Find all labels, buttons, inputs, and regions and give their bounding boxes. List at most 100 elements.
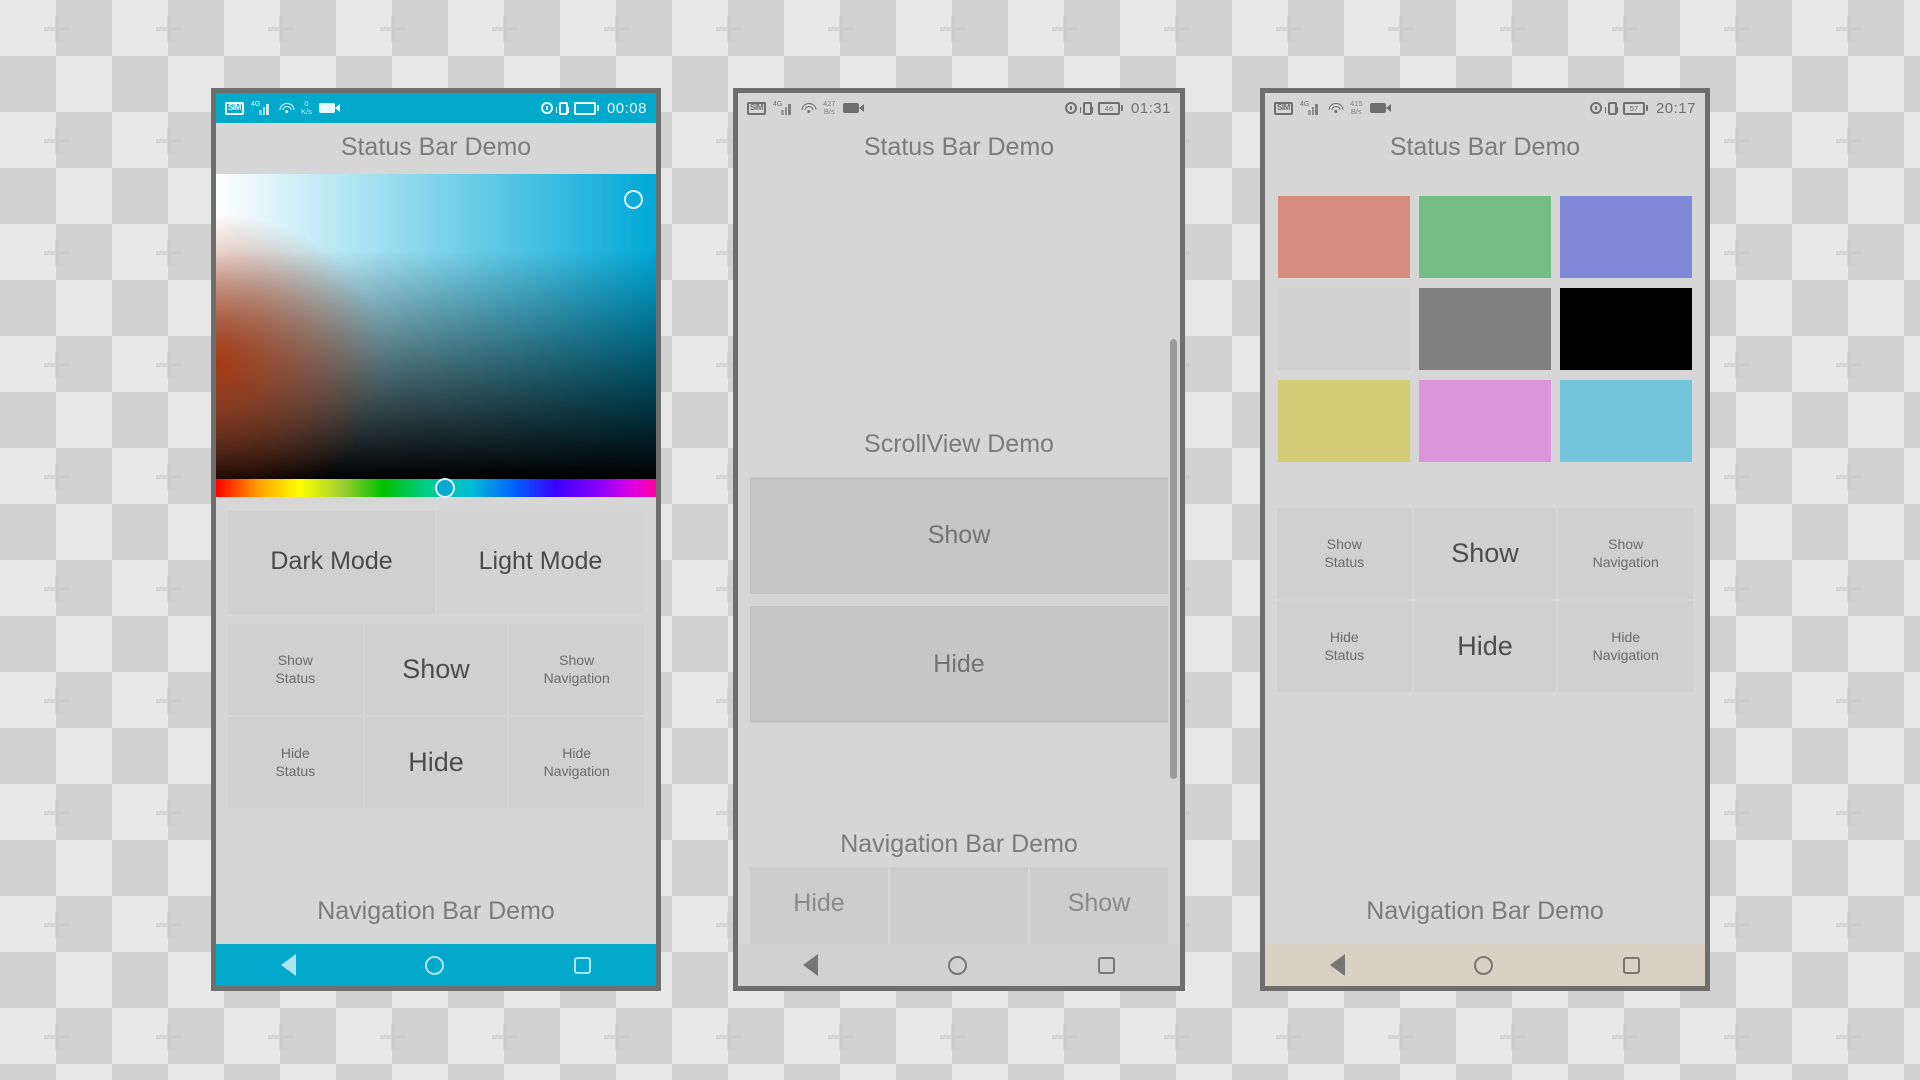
battery-level xyxy=(573,101,596,115)
backdrop-cross-marker xyxy=(1724,688,1750,714)
backdrop-cross-marker xyxy=(1836,128,1862,154)
backdrop-cross-marker xyxy=(604,1024,630,1050)
backdrop-cross-marker xyxy=(156,352,182,378)
battery-icon: 46 xyxy=(1097,101,1123,115)
hide-status-button-3[interactable]: Hide Status xyxy=(1277,601,1412,692)
bottom-hide-button-2[interactable]: Hide xyxy=(750,867,888,944)
netspeed-unit: B/s xyxy=(823,107,835,116)
home-icon[interactable] xyxy=(948,955,968,975)
dark-mode-button[interactable]: Dark Mode xyxy=(228,511,435,614)
status-bar-clock-1: 00:08 xyxy=(606,99,647,117)
back-icon[interactable] xyxy=(803,954,819,976)
signal-icon: 4G xyxy=(1300,101,1321,115)
color-swatch-orchid[interactable] xyxy=(1419,380,1551,462)
backdrop-cross-marker xyxy=(380,16,406,42)
backdrop-cross-marker xyxy=(1388,16,1414,42)
hide-navigation-button-1[interactable]: Hide Navigation xyxy=(509,717,644,808)
phone-preview-3: SIM 4G 415 B/s 57 20:17 Status Bar Demo … xyxy=(1260,88,1710,991)
bottom-section-2: Navigation Bar Demo Hide Show xyxy=(738,816,1180,986)
screen-record-icon xyxy=(318,103,340,113)
show-navigation-button-1[interactable]: Show Navigation xyxy=(509,624,644,715)
backdrop-cross-marker xyxy=(940,16,966,42)
color-swatch-grid-3 xyxy=(1265,174,1705,462)
hue-slider[interactable] xyxy=(216,478,656,498)
scrollview-title-2: ScrollView Demo xyxy=(864,430,1054,458)
backdrop-cross-marker xyxy=(44,16,70,42)
sim-icon: SIM xyxy=(225,101,245,115)
backdrop-cross-marker xyxy=(156,912,182,938)
backdrop-cross-marker xyxy=(44,912,70,938)
backdrop-cross-marker xyxy=(156,240,182,266)
backdrop-cross-marker xyxy=(44,464,70,490)
saturation-value-knob[interactable] xyxy=(624,190,643,209)
backdrop-cross-marker xyxy=(604,16,630,42)
recents-icon[interactable] xyxy=(1623,956,1641,974)
hue-slider-knob[interactable] xyxy=(434,478,455,498)
color-swatch-khaki[interactable] xyxy=(1278,380,1410,462)
backdrop-cross-marker xyxy=(716,16,742,42)
home-icon[interactable] xyxy=(1474,955,1494,975)
scroll-show-button-2[interactable]: Show xyxy=(750,477,1168,594)
saturation-value-area[interactable] xyxy=(216,174,656,479)
status-bar-3: SIM 4G 415 B/s 57 20:17 xyxy=(1265,93,1705,123)
backdrop-cross-marker xyxy=(1836,16,1862,42)
show-status-button-3[interactable]: Show Status xyxy=(1277,508,1412,599)
light-mode-button[interactable]: Light Mode xyxy=(437,511,644,614)
show-button-3[interactable]: Show xyxy=(1413,508,1557,599)
backdrop-cross-marker xyxy=(1724,576,1750,602)
status-bar-right-icons-3: 57 20:17 xyxy=(1589,100,1696,117)
show-status-button-1[interactable]: Show Status xyxy=(228,624,363,715)
color-swatch-green[interactable] xyxy=(1419,196,1551,278)
signal-icon: 4G xyxy=(251,101,272,115)
color-swatch-grey[interactable] xyxy=(1419,288,1551,370)
netspeed-icon: 427 B/s xyxy=(823,100,836,116)
status-bar-right-icons-2: 46 01:31 xyxy=(1064,100,1171,117)
mode-button-row-1: Dark Mode Light Mode xyxy=(216,497,656,614)
netspeed-icon: 0 K/s xyxy=(301,100,312,116)
show-navigation-button-3[interactable]: Show Navigation xyxy=(1558,508,1693,599)
backdrop-cross-marker xyxy=(1500,1024,1526,1050)
wifi-icon xyxy=(1328,102,1344,115)
hide-button-3[interactable]: Hide xyxy=(1413,601,1557,692)
backdrop-cross-marker xyxy=(828,16,854,42)
backdrop-cross-marker xyxy=(1836,464,1862,490)
backdrop-cross-marker xyxy=(1836,576,1862,602)
home-icon[interactable] xyxy=(425,955,445,975)
scrollview-2[interactable]: ScrollView Demo Show Hide Navigation Bar… xyxy=(738,174,1180,986)
back-icon[interactable] xyxy=(280,954,296,976)
bottom-spacer-button-2[interactable] xyxy=(890,867,1028,944)
color-swatch-periwinkle[interactable] xyxy=(1560,196,1692,278)
navigation-bar-demo-label-2: Navigation Bar Demo xyxy=(840,830,1078,858)
phone-preview-2: SIM 4G 427 B/s 46 01:31 Status Bar Demo xyxy=(733,88,1185,991)
color-swatch-sky-blue[interactable] xyxy=(1560,380,1692,462)
screen-record-icon xyxy=(1369,103,1391,113)
status-bar-2: SIM 4G 427 B/s 46 01:31 xyxy=(738,93,1180,123)
backdrop-cross-marker xyxy=(156,464,182,490)
color-swatch-salmon[interactable] xyxy=(1278,196,1410,278)
backdrop-cross-marker xyxy=(1276,16,1302,42)
status-bar-left-icons-2: SIM 4G 427 B/s xyxy=(747,100,864,116)
backdrop-cross-marker xyxy=(1164,16,1190,42)
scroll-hide-button-2[interactable]: Hide xyxy=(750,606,1168,723)
backdrop-cross-marker xyxy=(44,576,70,602)
backdrop-cross-marker xyxy=(44,800,70,826)
hide-button-1[interactable]: Hide xyxy=(364,717,508,808)
scrollbar-thumb-2[interactable] xyxy=(1170,339,1177,779)
show-button-1[interactable]: Show xyxy=(364,624,508,715)
backdrop-cross-marker xyxy=(492,1024,518,1050)
back-icon[interactable] xyxy=(1329,954,1345,976)
color-swatch-light-grey[interactable] xyxy=(1278,288,1410,370)
backdrop-cross-marker xyxy=(1724,128,1750,154)
color-picker-1[interactable] xyxy=(216,174,656,498)
recents-icon[interactable] xyxy=(1097,956,1115,974)
backdrop-cross-marker xyxy=(156,128,182,154)
action-grid-3: Show Status Show Show Navigation Hide Statu… xyxy=(1265,462,1705,692)
color-swatch-black[interactable] xyxy=(1560,288,1692,370)
backdrop-cross-marker xyxy=(1612,16,1638,42)
recents-icon[interactable] xyxy=(574,956,592,974)
hide-navigation-button-3[interactable]: Hide Navigation xyxy=(1558,601,1693,692)
vibrate-icon xyxy=(555,101,569,115)
bottom-show-button-2[interactable]: Show xyxy=(1030,867,1168,944)
backdrop-cross-marker xyxy=(156,16,182,42)
hide-status-button-1[interactable]: Hide Status xyxy=(228,717,363,808)
